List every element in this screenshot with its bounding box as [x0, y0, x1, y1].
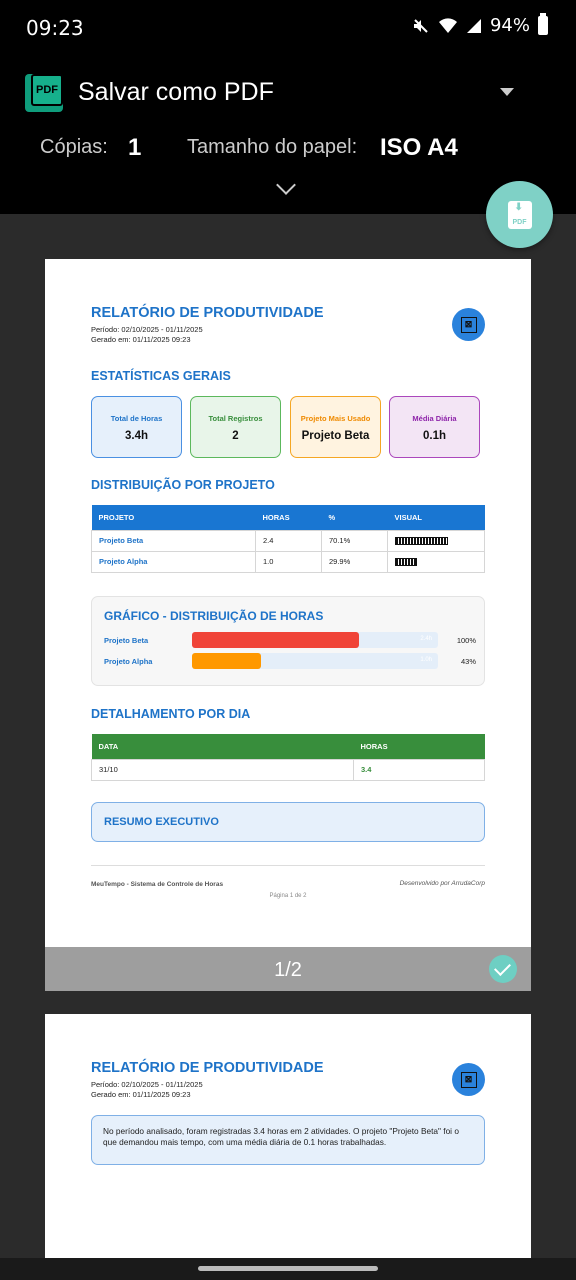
stat-value: Projeto Beta	[301, 430, 370, 442]
stat-card-total-hours: Total de Horas 3.4h	[91, 396, 182, 458]
stat-card-daily-average: Média Diária 0.1h	[389, 396, 480, 458]
print-options-header: PDF Salvar como PDF Cópias: 1 Tamanho do…	[0, 54, 576, 214]
distribution-table: PROJETO HORAS % VISUAL Projeto Beta 2.4 …	[91, 505, 485, 573]
wifi-icon	[438, 17, 457, 33]
daily-table: DATA HORAS 31/10 3.4	[91, 734, 485, 781]
bar-percent: 43%	[460, 657, 476, 666]
bar-inner-value: 1.0h	[420, 657, 432, 663]
report-logo-icon: ⊠	[452, 308, 485, 341]
stat-card-total-records: Total Registros 2	[190, 396, 281, 458]
bar-track: 1.0h	[192, 653, 438, 669]
project-percent: 70.1%	[321, 529, 388, 552]
bar-inner-value: 2.4h	[420, 636, 432, 642]
footer-divider	[91, 865, 485, 866]
page-indicator-bar: 1/2	[45, 947, 531, 991]
column-header: %	[328, 512, 336, 522]
table-row: Projeto Alpha 1.0 29.9%	[91, 550, 485, 573]
stat-label: Total de Horas	[110, 414, 163, 423]
home-gesture-handle[interactable]	[198, 1266, 378, 1271]
bar-track: 2.4h	[192, 632, 438, 648]
navigation-bar	[0, 1258, 576, 1280]
page-preview-2[interactable]: RELATÓRIO DE PRODUTIVIDADE Período: 02/1…	[45, 1014, 531, 1258]
report-generated: Gerado em: 01/11/2025 09:23	[91, 1090, 191, 1099]
table-row: Projeto Beta 2.4 70.1%	[91, 529, 485, 552]
project-name: Projeto Beta	[91, 529, 256, 552]
report-logo-icon: ⊠	[452, 1063, 485, 1096]
printer-dropdown-icon[interactable]	[500, 88, 514, 96]
bar-fill	[192, 632, 360, 648]
chart-title: GRÁFICO - DISTRIBUIÇÃO DE HORAS	[104, 609, 324, 623]
project-name: Projeto Alpha	[91, 550, 256, 573]
stat-label: Projeto Mais Usado	[300, 414, 371, 423]
summary-title: RESUMO EXECUTIVO	[104, 816, 219, 828]
bar-label: Projeto Beta	[104, 636, 149, 645]
day-hours: 3.4	[353, 758, 485, 781]
table-header-row: PROJETO HORAS % VISUAL	[91, 505, 485, 530]
stats-section-title: ESTATÍSTICAS GERAIS	[91, 369, 231, 383]
hours-chart: GRÁFICO - DISTRIBUIÇÃO DE HORAS Projeto …	[91, 596, 485, 686]
project-percent: 29.9%	[321, 550, 388, 573]
report-period: Período: 02/10/2025 - 01/11/2025	[91, 325, 203, 334]
stat-value: 2	[232, 430, 239, 442]
day-date: 31/10	[91, 758, 354, 781]
report-period: Período: 02/10/2025 - 01/11/2025	[91, 1080, 203, 1089]
column-header: PROJETO	[98, 512, 135, 522]
printer-select[interactable]: Salvar como PDF	[78, 78, 274, 107]
download-pdf-button[interactable]: PDF	[486, 181, 553, 248]
footer-right: Desenvolvido por ArrudaCorp	[399, 880, 485, 887]
page-selected-check-icon[interactable]	[489, 955, 517, 983]
table-header-row: DATA HORAS	[91, 734, 485, 759]
status-time: 09:23	[26, 16, 84, 40]
bar-label: Projeto Alpha	[104, 657, 153, 666]
battery-percent: 94%	[489, 15, 530, 36]
summary-text: No período analisado, foram registradas …	[91, 1115, 485, 1165]
column-header: HORAS	[360, 741, 388, 751]
project-hours: 2.4	[255, 529, 322, 552]
copies-label: Cópias:	[40, 136, 108, 158]
copies-value[interactable]: 1	[128, 134, 141, 162]
summary-box: RESUMO EXECUTIVO	[91, 802, 485, 842]
signal-icon	[466, 18, 481, 33]
project-visual	[387, 529, 485, 552]
footer-left: MeuTempo - Sistema de Controle de Horas	[91, 881, 224, 888]
project-hours: 1.0	[255, 550, 322, 573]
stat-value: 0.1h	[422, 430, 446, 442]
column-header: VISUAL	[394, 512, 423, 522]
column-header: DATA	[98, 741, 119, 751]
stat-label: Média Diária	[412, 414, 457, 423]
paper-size-label: Tamanho do papel:	[187, 136, 358, 158]
table-row: 31/10 3.4	[91, 758, 485, 781]
stat-label: Total Registros	[208, 414, 263, 423]
bar-percent: 100%	[456, 636, 476, 645]
chart-bar-row: Projeto Alpha 1.0h 43%	[104, 653, 476, 669]
mute-icon	[413, 18, 428, 33]
report-title: RELATÓRIO DE PRODUTIVIDADE	[91, 305, 324, 321]
page-number: 1/2	[274, 959, 302, 981]
column-header: HORAS	[262, 512, 290, 522]
page-preview-1[interactable]: RELATÓRIO DE PRODUTIVIDADE Período: 02/1…	[45, 259, 531, 947]
stat-value: 3.4h	[124, 430, 148, 442]
distribution-section-title: DISTRIBUIÇÃO POR PROJETO	[91, 478, 275, 492]
pdf-logo-text: PDF	[31, 74, 63, 106]
project-visual	[387, 550, 485, 573]
battery-icon	[538, 13, 548, 35]
stat-card-top-project: Projeto Mais Usado Projeto Beta	[290, 396, 381, 458]
chart-bar-row: Projeto Beta 2.4h 100%	[104, 632, 476, 648]
report-title: RELATÓRIO DE PRODUTIVIDADE	[91, 1060, 324, 1076]
footer-page: Página 1 de 2	[269, 893, 307, 899]
paper-size-value[interactable]: ISO A4	[380, 134, 458, 162]
bar-fill	[192, 653, 261, 669]
daily-section-title: DETALHAMENTO POR DIA	[91, 707, 251, 721]
visual-bar	[395, 536, 448, 545]
pdf-download-icon: PDF	[507, 200, 532, 229]
visual-bar	[395, 557, 417, 566]
status-icons: 94%	[412, 13, 548, 36]
expand-options-chevron-icon[interactable]	[276, 175, 296, 195]
report-generated: Gerado em: 01/11/2025 09:23	[91, 335, 191, 344]
pdf-printer-icon: PDF	[25, 74, 63, 112]
status-bar: 09:23 94%	[0, 0, 576, 54]
